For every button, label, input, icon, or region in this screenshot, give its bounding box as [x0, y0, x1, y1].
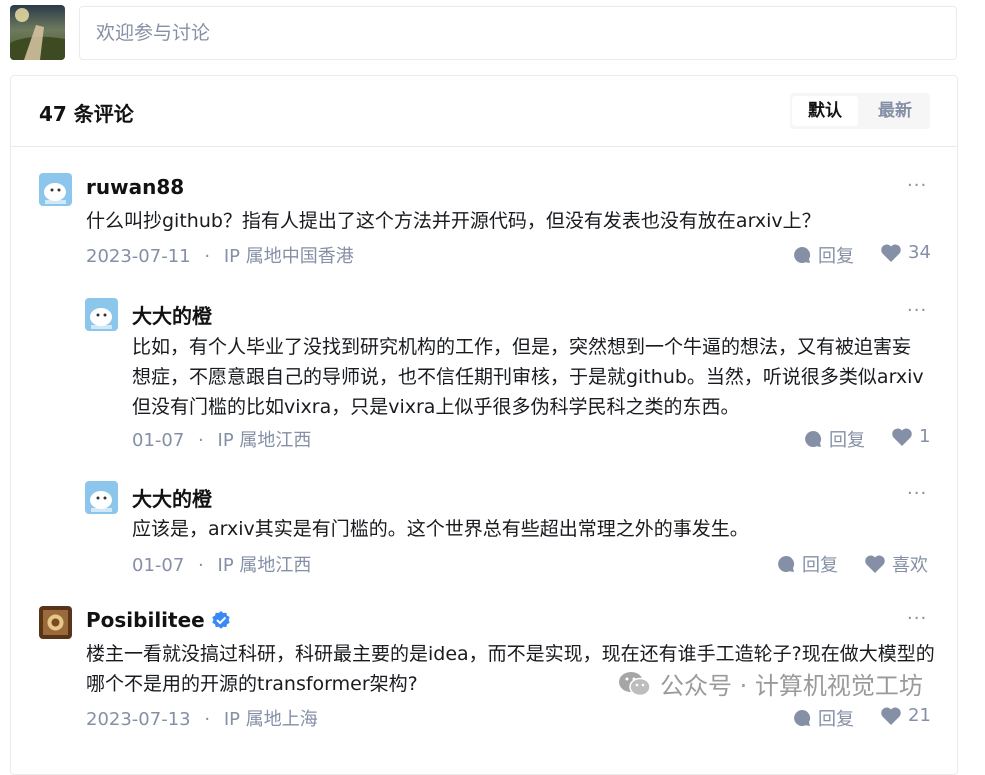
reply-button[interactable]: 回复 — [776, 551, 838, 577]
comment-meta: 2023-07-13 · IP 属地上海 — [86, 705, 318, 731]
sort-latest-button[interactable]: 最新 — [862, 96, 928, 126]
comment-ip: IP 属地中国香港 — [223, 246, 354, 267]
more-options-icon[interactable]: ··· — [907, 300, 927, 321]
reply-label: 回复 — [829, 430, 865, 451]
heart-icon — [881, 706, 901, 725]
more-options-icon[interactable]: ··· — [907, 175, 927, 196]
reply-icon — [794, 709, 811, 726]
verified-badge-icon — [212, 611, 230, 629]
reply-label: 回复 — [818, 709, 854, 730]
like-button[interactable]: 21 — [880, 705, 931, 726]
like-count: 21 — [908, 705, 931, 726]
like-count: 34 — [908, 242, 931, 263]
like-count: 1 — [919, 426, 931, 447]
like-button[interactable]: 1 — [891, 426, 930, 447]
like-button[interactable]: 34 — [880, 242, 931, 263]
user-avatar[interactable] — [10, 5, 65, 60]
heart-icon — [865, 555, 885, 573]
comment-meta: 01-07 · IP 属地江西 — [132, 426, 311, 452]
reply-button[interactable]: 回复 — [792, 705, 854, 731]
reply-label: 回复 — [818, 246, 854, 267]
comment-author[interactable]: ruwan88 — [86, 175, 184, 199]
more-options-icon[interactable]: ··· — [907, 483, 927, 504]
comment-date: 2023-07-11 — [86, 246, 191, 267]
like-label: 喜欢 — [892, 555, 928, 576]
comment-ip: IP 属地江西 — [217, 430, 312, 451]
reply-label: 回复 — [802, 555, 838, 576]
reply-button[interactable]: 回复 — [803, 426, 865, 452]
comment-content: 比如，有个人毕业了没找到研究机构的工作，但是，突然想到一个牛逼的想法，又有被迫害… — [132, 336, 924, 418]
comment-date: 01-07 — [132, 430, 185, 451]
meta-separator: · — [204, 246, 211, 267]
like-button[interactable]: 喜欢 — [864, 551, 928, 577]
comment-author[interactable]: Posibilitee — [86, 608, 231, 632]
comment-author[interactable]: 大大的橙 — [132, 483, 212, 512]
comment-content: 应该是，arxiv其实是有门槛的。这个世界总有些超出常理之外的事发生。 — [132, 518, 749, 540]
sort-default-button[interactable]: 默认 — [792, 96, 858, 126]
comment-avatar[interactable] — [39, 173, 72, 206]
watermark: 公众号 · 计算机视觉工坊 — [618, 666, 923, 701]
wechat-icon — [619, 671, 651, 696]
comments-header: 47 条评论 默认 最新 — [11, 76, 957, 147]
heart-icon — [881, 243, 901, 262]
meta-separator: · — [198, 430, 204, 451]
comment-avatar[interactable] — [39, 606, 72, 639]
more-options-icon[interactable]: ··· — [907, 608, 927, 629]
meta-separator: · — [198, 555, 204, 576]
comment-count: 47 条评论 — [39, 102, 134, 126]
reply-icon — [794, 246, 811, 263]
reply-icon — [778, 555, 795, 572]
sort-toggle: 默认 最新 — [790, 93, 930, 129]
author-name: Posibilitee — [86, 608, 205, 632]
comment-ip: IP 属地江西 — [217, 555, 312, 576]
comment-meta: 01-07 · IP 属地江西 — [132, 551, 311, 577]
heart-icon — [892, 427, 912, 446]
watermark-text: 公众号 · 计算机视觉工坊 — [660, 672, 923, 700]
reply-icon — [805, 430, 822, 447]
comment-meta: 2023-07-11 · IP 属地中国香港 — [86, 242, 354, 268]
comment-input[interactable]: 欢迎参与讨论 — [79, 6, 957, 60]
comment-avatar[interactable] — [85, 481, 118, 514]
reply-button[interactable]: 回复 — [792, 242, 854, 268]
comment-avatar[interactable] — [85, 298, 118, 331]
comment-author[interactable]: 大大的橙 — [132, 300, 212, 329]
comment-date: 01-07 — [132, 555, 185, 576]
comment-content: 什么叫抄github？指有人提出了这个方法并开源代码，但没有发表也没有放在arx… — [86, 210, 821, 232]
